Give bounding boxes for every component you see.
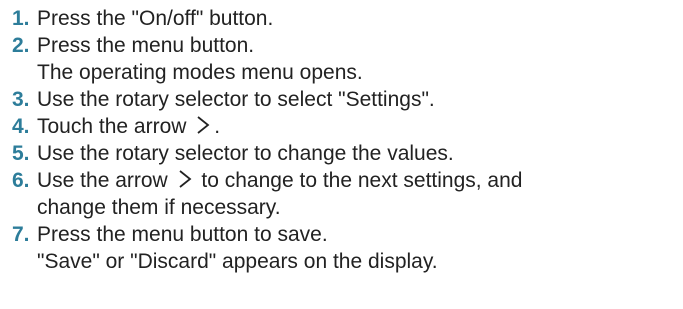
chevron-right-icon xyxy=(178,170,192,188)
step-number: 4. xyxy=(12,115,30,138)
step-text-after: . xyxy=(214,115,221,138)
step-text-before: Touch the arrow xyxy=(37,115,187,138)
step-text: Press the menu button. xyxy=(37,34,255,57)
step-text: Use the rotary selector to select "Setti… xyxy=(37,88,435,111)
step-number: 3. xyxy=(12,88,30,111)
step-text-after: to change to the next settings, and xyxy=(201,169,523,192)
step-text: Press the menu button to save. xyxy=(37,223,328,246)
step-result-text: "Save" or "Discard" appears on the displ… xyxy=(37,250,438,273)
step-number: 7. xyxy=(12,223,30,246)
step-text: Touch the arrow . xyxy=(37,115,220,139)
step-text: Use the rotary selector to change the va… xyxy=(37,142,454,165)
step-number: 5. xyxy=(12,142,30,165)
step-text: Use the arrow to change to the next sett… xyxy=(37,169,522,193)
step-text-continued: change them if necessary. xyxy=(37,196,281,219)
step-number: 1. xyxy=(12,7,30,30)
step-text-before: Use the arrow xyxy=(37,169,168,192)
step-result-text: The operating modes menu opens. xyxy=(37,61,363,84)
step-number: 6. xyxy=(12,169,30,192)
chevron-right-icon xyxy=(196,116,210,134)
step-text: Press the "On/off" button. xyxy=(37,7,274,30)
step-number: 2. xyxy=(12,34,30,57)
